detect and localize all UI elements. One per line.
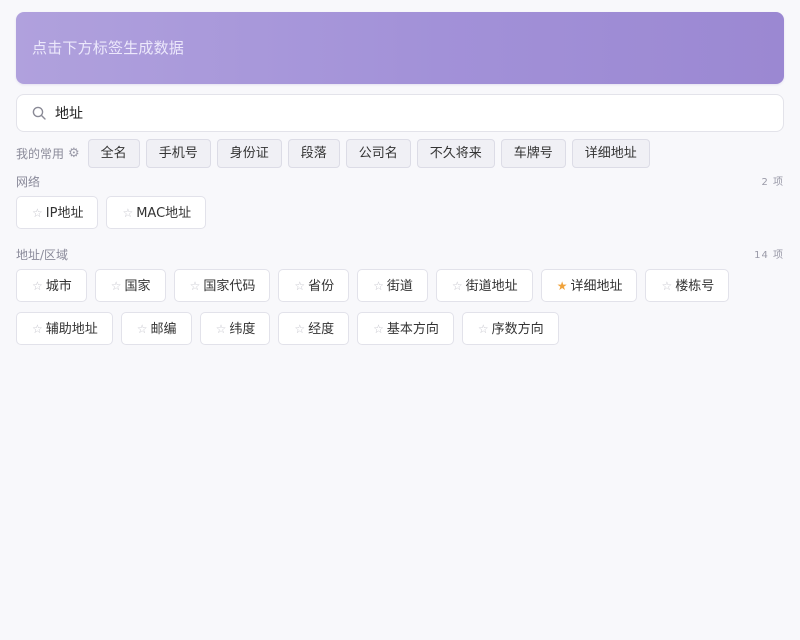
data-type-chip[interactable]: ☆ 城市	[16, 269, 87, 302]
star-icon[interactable]: ☆	[32, 322, 43, 336]
star-icon[interactable]: ☆	[111, 279, 122, 293]
chip-label: 楼栋号	[675, 279, 715, 294]
favorite-chip[interactable]: 公司名	[345, 139, 411, 168]
favorite-chip[interactable]: 详细地址	[571, 139, 650, 168]
search-icon	[32, 106, 46, 120]
chip-label: 邮编	[150, 322, 177, 337]
data-type-chip[interactable]: ☆ 省份	[278, 269, 350, 302]
data-type-chip[interactable]: ☆ 基本方向	[357, 312, 454, 345]
data-type-chip[interactable]: ☆ 经度	[278, 312, 350, 345]
favorites-label: 我的常用	[16, 147, 65, 161]
chip-label: 街道地址	[465, 279, 518, 294]
star-icon[interactable]: ☆	[294, 322, 305, 336]
favorite-chip[interactable]: 手机号	[145, 139, 211, 168]
search-box[interactable]	[16, 94, 784, 132]
star-icon[interactable]: ☆	[32, 206, 43, 220]
data-type-chip[interactable]: ☆ 街道地址	[435, 269, 533, 302]
generate-banner[interactable]: 点击下方标签生成数据	[16, 12, 784, 84]
star-icon[interactable]: ☆	[373, 279, 384, 293]
banner-text: 点击下方标签生成数据	[32, 39, 185, 57]
data-type-chip[interactable]: ☆ 楼栋号	[645, 269, 730, 302]
chip-label: 国家代码	[203, 279, 256, 294]
section-header-address: 地址/区域 14 项	[16, 246, 784, 262]
favorite-chip[interactable]: 段落	[287, 139, 340, 168]
chip-label: 城市	[45, 279, 72, 294]
data-type-chip[interactable]: ☆ 辅助地址	[16, 312, 113, 345]
favorite-chip[interactable]: 车牌号	[500, 139, 566, 168]
chip-label: 纬度	[229, 322, 256, 337]
star-icon[interactable]: ☆	[122, 206, 133, 220]
data-type-chip[interactable]: ☆ 街道	[357, 269, 428, 302]
chip-label: 街道	[386, 279, 413, 294]
favorite-chip[interactable]: 不久将来	[416, 139, 495, 168]
star-icon[interactable]: ☆	[373, 322, 384, 336]
chip-label: 省份	[308, 279, 335, 294]
section-count: 14 项	[754, 250, 784, 261]
chip-row-network: ☆ IP地址 ☆ MAC地址	[16, 196, 214, 229]
section-header-network: 网络 2 项	[16, 173, 784, 189]
star-filled-icon[interactable]: ★	[557, 279, 568, 293]
star-icon[interactable]: ☆	[294, 279, 305, 293]
data-type-chip[interactable]: ☆ 邮编	[120, 312, 192, 345]
data-type-chip[interactable]: ☆ IP地址	[16, 196, 99, 229]
chip-label: MAC地址	[136, 206, 192, 221]
gear-icon[interactable]: ⚙	[68, 146, 80, 161]
star-icon[interactable]: ☆	[661, 279, 672, 293]
chip-label: 国家	[124, 279, 151, 294]
chip-label: 详细地址	[570, 279, 623, 294]
favorite-chip[interactable]: 身份证	[216, 139, 282, 168]
chip-label: 基本方向	[386, 322, 439, 337]
section-count: 2 项	[761, 177, 784, 188]
data-type-chip[interactable]: ★ 详细地址	[540, 269, 638, 302]
chip-row-address-1: ☆ 城市 ☆ 国家 ☆ 国家代码 ☆ 省份 ☆ 街道 ☆ 街道地址 ★ 详细地址 ☆ 楼栋号	[16, 269, 737, 302]
chip-label: 序数方向	[491, 322, 544, 337]
data-type-chip[interactable]: ☆ MAC地址	[106, 196, 207, 229]
app-root: 点击下方标签生成数据 我的常用 ⚙ 全名 手机号 身份证 段落 公司名 不久将来…	[0, 0, 800, 640]
chip-row-address-2: ☆ 辅助地址 ☆ 邮编 ☆ 纬度 ☆ 经度 ☆ 基本方向 ☆ 序数方向	[16, 312, 567, 345]
star-icon[interactable]: ☆	[452, 279, 463, 293]
star-icon[interactable]: ☆	[32, 279, 43, 293]
section-title: 地址/区域	[16, 248, 69, 262]
chip-label: IP地址	[45, 206, 84, 221]
chip-label: 辅助地址	[45, 322, 98, 337]
section-title: 网络	[16, 175, 41, 189]
chip-label: 经度	[308, 322, 335, 337]
star-icon[interactable]: ☆	[216, 322, 227, 336]
search-input[interactable]	[55, 95, 755, 131]
data-type-chip[interactable]: ☆ 纬度	[199, 312, 271, 345]
favorites-row: 我的常用 ⚙ 全名 手机号 身份证 段落 公司名 不久将来 车牌号 详细地址	[16, 139, 656, 168]
star-icon[interactable]: ☆	[137, 322, 148, 336]
data-type-chip[interactable]: ☆ 国家	[94, 269, 166, 302]
data-type-chip[interactable]: ☆ 序数方向	[461, 312, 559, 345]
favorite-chip[interactable]: 全名	[87, 139, 140, 168]
data-type-chip[interactable]: ☆ 国家代码	[173, 269, 271, 302]
star-icon[interactable]: ☆	[190, 279, 201, 293]
star-icon[interactable]: ☆	[478, 322, 489, 336]
